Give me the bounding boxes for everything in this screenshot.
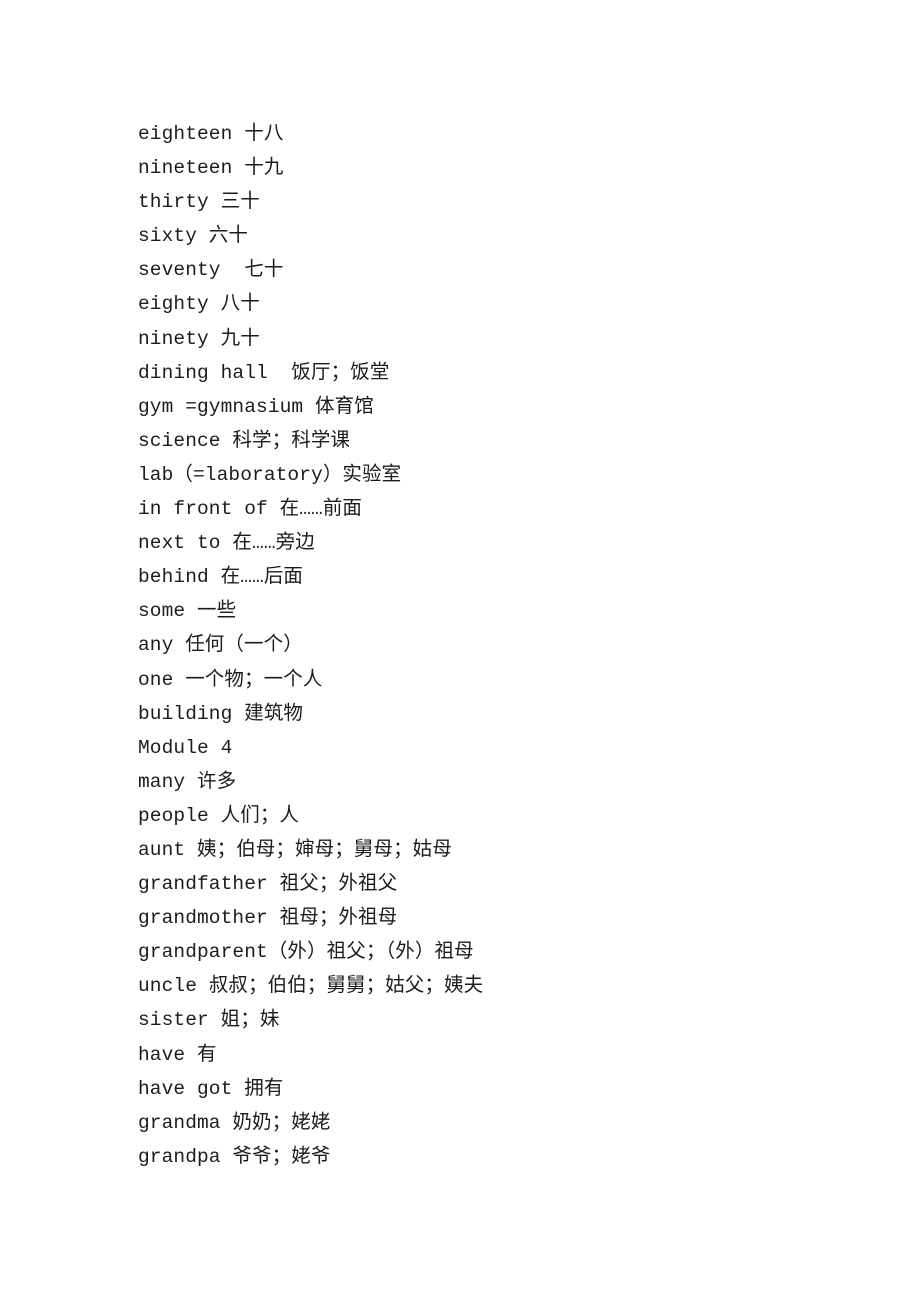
vocabulary-entry: aunt 姨；伯母；婶母；舅母；姑母 bbox=[138, 838, 452, 861]
vocabulary-entry: in front of 在……前面 bbox=[138, 498, 363, 521]
vocabulary-entry: have 有 bbox=[138, 1043, 217, 1066]
vocabulary-entry: dining hall 饭厅；饭堂 bbox=[138, 361, 390, 384]
vocabulary-entry: uncle 叔叔；伯伯；舅舅；姑父；姨夫 bbox=[138, 975, 484, 998]
vocabulary-entry: nineteen 十九 bbox=[138, 157, 284, 180]
vocabulary-entry: gym =gymnasium 体育馆 bbox=[138, 395, 374, 418]
vocabulary-entry: one 一个物；一个人 bbox=[138, 668, 323, 691]
vocabulary-list: eighteen 十八 nineteen 十九 thirty 三十 sixty 六十 s… bbox=[138, 117, 878, 1174]
vocabulary-entry: ninety 九十 bbox=[138, 327, 260, 350]
vocabulary-entry: grandpa 爷爷；姥爷 bbox=[138, 1145, 331, 1168]
vocabulary-entry: grandparent（外）祖父；（外）祖母 bbox=[138, 941, 474, 964]
vocabulary-entry: building 建筑物 bbox=[138, 702, 304, 725]
vocabulary-entry: thirty 三十 bbox=[138, 191, 260, 214]
vocabulary-entry: any 任何（一个） bbox=[138, 634, 303, 657]
document-page: eighteen 十八 nineteen 十九 thirty 三十 sixty 六十 s… bbox=[0, 0, 920, 1302]
vocabulary-entry: people 人们；人 bbox=[138, 804, 300, 827]
vocabulary-entry: many 许多 bbox=[138, 770, 237, 793]
vocabulary-entry: sister 姐；妹 bbox=[138, 1009, 280, 1032]
vocabulary-entry: science 科学；科学课 bbox=[138, 429, 351, 452]
vocabulary-entry: grandma 奶奶；姥姥 bbox=[138, 1111, 331, 1134]
vocabulary-entry: sixty 六十 bbox=[138, 225, 249, 248]
vocabulary-entry: eighty 八十 bbox=[138, 293, 260, 316]
vocabulary-entry: seventy 七十 bbox=[138, 259, 284, 282]
vocabulary-entry: behind 在……后面 bbox=[138, 566, 304, 589]
vocabulary-entry: some 一些 bbox=[138, 600, 237, 623]
vocabulary-entry: grandmother 祖母；外祖母 bbox=[138, 907, 398, 930]
vocabulary-entry: lab（=laboratory）实验室 bbox=[138, 463, 402, 486]
vocabulary-entry: Module 4 bbox=[138, 736, 233, 759]
vocabulary-entry: next to 在……旁边 bbox=[138, 532, 315, 555]
vocabulary-entry: eighteen 十八 bbox=[138, 123, 284, 145]
vocabulary-entry: grandfather 祖父；外祖父 bbox=[138, 873, 398, 896]
vocabulary-entry: have got 拥有 bbox=[138, 1077, 284, 1100]
